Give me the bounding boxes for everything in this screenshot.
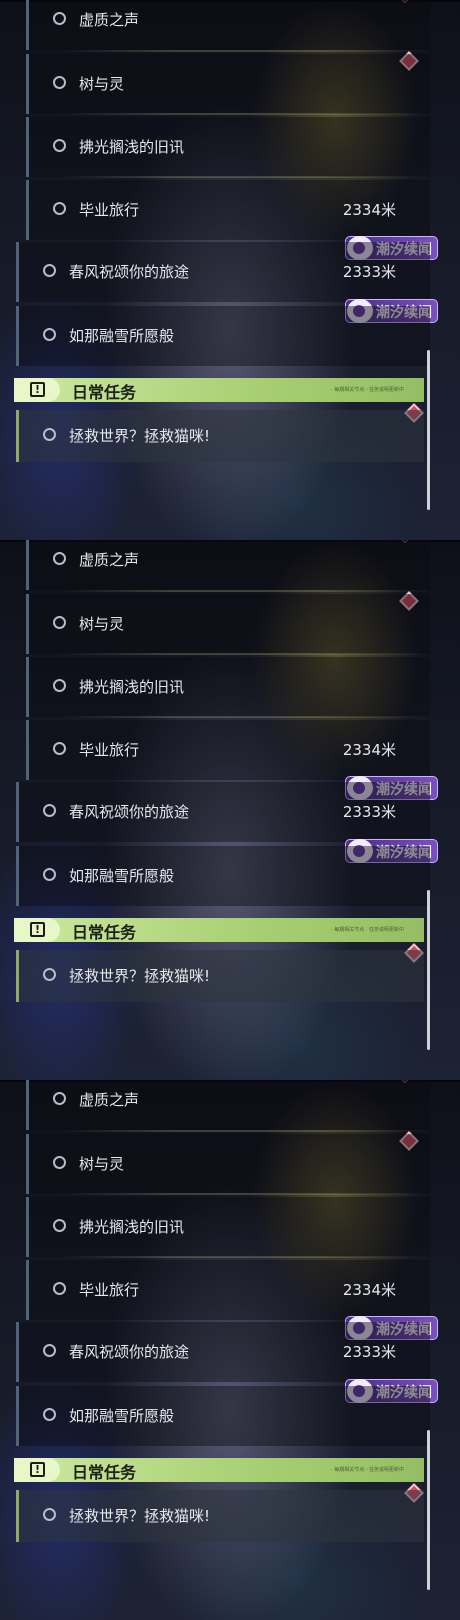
quest-row[interactable]: 树与灵 (26, 1134, 430, 1194)
scrollbar[interactable] (427, 890, 430, 1050)
radio-circle-icon (43, 804, 56, 817)
quest-label: 虚质之声 (79, 551, 140, 569)
quest-label: 春风祝颂你的旅途 (69, 803, 190, 821)
quest-panel: 虚质之声 树与灵 拂光搁浅的旧讯 毕业旅行 2334米 潮汐续闻 春风祝颂你的旅… (0, 0, 460, 540)
quest-label: 春风祝颂你的旅途 (69, 263, 190, 281)
quest-row[interactable]: 拂光搁浅的旧讯 (26, 657, 430, 717)
quest-distance: 2334米 (342, 741, 396, 759)
quest-label: 毕业旅行 (79, 201, 140, 219)
radio-circle-icon (53, 139, 66, 152)
divider (60, 1130, 430, 1132)
radio-circle-icon (53, 202, 66, 215)
divider (60, 716, 430, 718)
daily-title: 日常任务 (72, 383, 137, 402)
quest-label: 拂光搁浅的旧讯 (79, 138, 185, 156)
divider (60, 176, 430, 178)
quest-row[interactable]: 如那融雪所愿般 (16, 846, 430, 906)
quest-row[interactable]: 虚质之声 (26, 1080, 430, 1130)
quest-label: 如那融雪所愿般 (69, 867, 175, 885)
quest-row[interactable]: 春风祝颂你的旅途 2333米 (16, 1322, 430, 1382)
quest-row[interactable]: 毕业旅行 2334米 (26, 1260, 430, 1320)
daily-quest-header[interactable]: ! 日常任务 · 每期相关节点 · 任务说明更新中 (14, 378, 424, 402)
quest-label: 如那融雪所愿般 (69, 1407, 175, 1425)
radio-circle-icon (53, 1156, 66, 1169)
exclamation-box-icon: ! (30, 382, 45, 397)
warn-tab: ! (14, 378, 60, 402)
quest-label: 虚质之声 (79, 11, 140, 29)
exclamation-box-icon: ! (30, 922, 45, 937)
quest-row[interactable]: 拂光搁浅的旧讯 (26, 1197, 430, 1257)
quest-row[interactable]: 春风祝颂你的旅途 2333米 (16, 782, 430, 842)
quest-label: 树与灵 (79, 615, 125, 633)
radio-circle-icon (53, 1282, 66, 1295)
quest-distance: 2333米 (342, 263, 396, 281)
warn-tab: ! (14, 1458, 60, 1482)
radio-circle-icon (53, 742, 66, 755)
quest-distance: 2334米 (342, 1281, 396, 1299)
divider (60, 1193, 430, 1195)
radio-circle-icon (43, 264, 56, 277)
quest-row[interactable]: 春风祝颂你的旅途 2333米 (16, 242, 430, 302)
quest-distance: 2334米 (342, 201, 396, 219)
quest-label: 拯救世界？拯救猫咪! (69, 967, 211, 985)
quest-row[interactable]: 拂光搁浅的旧讯 (26, 117, 430, 177)
quest-label: 虚质之声 (79, 1091, 140, 1109)
quest-row[interactable]: 树与灵 (26, 54, 430, 114)
radio-circle-icon (53, 679, 66, 692)
scrollbar[interactable] (427, 1430, 430, 1590)
daily-quest-header[interactable]: ! 日常任务 · 每期相关节点 · 任务说明更新中 (14, 918, 424, 942)
daily-quest-row[interactable]: 拯救世界？拯救猫咪! (16, 410, 424, 462)
daily-quest-row[interactable]: 拯救世界？拯救猫咪! (16, 950, 424, 1002)
quest-distance: 2333米 (342, 1343, 396, 1361)
radio-circle-icon (43, 428, 56, 441)
radio-circle-icon (43, 328, 56, 341)
divider (60, 113, 430, 115)
quest-row[interactable]: 如那融雪所愿般 (16, 1386, 430, 1446)
divider (60, 590, 430, 592)
daily-title: 日常任务 (72, 1463, 137, 1482)
quest-distance: 2333米 (342, 803, 396, 821)
radio-circle-icon (53, 1092, 66, 1105)
daily-quest-row[interactable]: 拯救世界？拯救猫咪! (16, 1490, 424, 1542)
daily-title: 日常任务 (72, 923, 137, 942)
radio-circle-icon (43, 1344, 56, 1357)
quest-label: 拂光搁浅的旧讯 (79, 678, 185, 696)
divider (60, 50, 430, 52)
radio-circle-icon (43, 868, 56, 881)
quest-label: 拂光搁浅的旧讯 (79, 1218, 185, 1236)
quest-label: 拯救世界？拯救猫咪! (69, 1507, 211, 1525)
quest-label: 毕业旅行 (79, 741, 140, 759)
daily-small-text: · 每期相关节点 · 任务说明更新中 (331, 387, 404, 393)
radio-circle-icon (53, 552, 66, 565)
daily-small-text: · 每期相关节点 · 任务说明更新中 (331, 1467, 404, 1473)
quest-label: 春风祝颂你的旅途 (69, 1343, 190, 1361)
quest-panel: 虚质之声 树与灵 拂光搁浅的旧讯 毕业旅行 2334米 潮汐续闻 春风祝颂你的旅… (0, 540, 460, 1080)
quest-row[interactable]: 虚质之声 (26, 0, 430, 50)
quest-row[interactable]: 虚质之声 (26, 540, 430, 590)
daily-small-text: · 每期相关节点 · 任务说明更新中 (331, 927, 404, 933)
warn-tab: ! (14, 918, 60, 942)
quest-label: 树与灵 (79, 75, 125, 93)
divider (60, 1256, 430, 1258)
quest-label: 树与灵 (79, 1155, 125, 1173)
divider (60, 653, 430, 655)
radio-circle-icon (53, 1219, 66, 1232)
radio-circle-icon (43, 1408, 56, 1421)
quest-label: 毕业旅行 (79, 1281, 140, 1299)
radio-circle-icon (43, 1508, 56, 1521)
scrollbar[interactable] (427, 350, 430, 510)
quest-row[interactable]: 树与灵 (26, 594, 430, 654)
quest-panel: 虚质之声 树与灵 拂光搁浅的旧讯 毕业旅行 2334米 潮汐续闻 春风祝颂你的旅… (0, 1080, 460, 1620)
quest-label: 如那融雪所愿般 (69, 327, 175, 345)
quest-row[interactable]: 毕业旅行 2334米 (26, 180, 430, 240)
radio-circle-icon (53, 12, 66, 25)
daily-quest-header[interactable]: ! 日常任务 · 每期相关节点 · 任务说明更新中 (14, 1458, 424, 1482)
quest-label: 拯救世界？拯救猫咪! (69, 427, 211, 445)
quest-row[interactable]: 如那融雪所愿般 (16, 306, 430, 366)
exclamation-box-icon: ! (30, 1462, 45, 1477)
radio-circle-icon (53, 76, 66, 89)
radio-circle-icon (43, 968, 56, 981)
radio-circle-icon (53, 616, 66, 629)
quest-row[interactable]: 毕业旅行 2334米 (26, 720, 430, 780)
